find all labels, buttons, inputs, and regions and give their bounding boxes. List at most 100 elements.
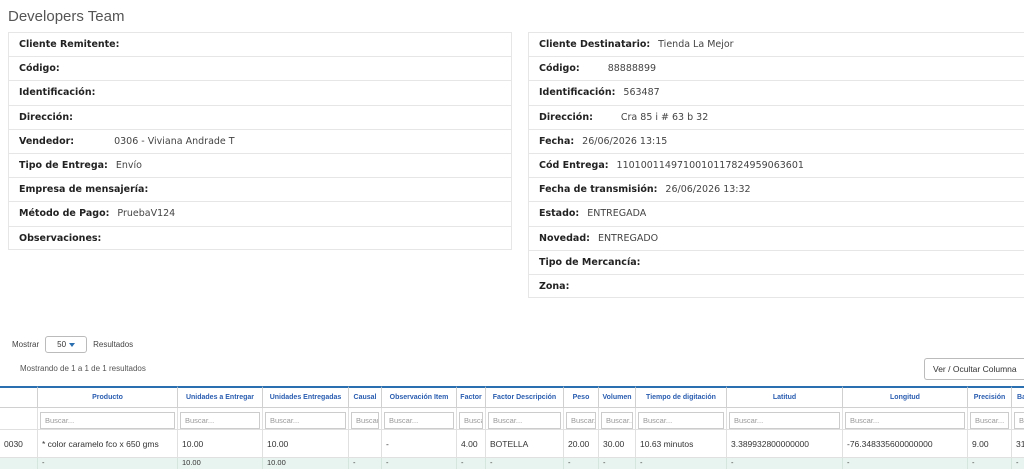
table-cell: 9.00 xyxy=(968,430,1012,458)
sender-label: Dirección: xyxy=(19,111,73,123)
search-input[interactable] xyxy=(638,412,724,429)
column-filter xyxy=(727,408,843,430)
receiver-row: Código: 88888899 xyxy=(529,57,1024,82)
column-header[interactable]: Factor xyxy=(457,386,486,408)
total-cell: - xyxy=(727,458,843,469)
receiver-value: Cra 85 i # 63 b 32 xyxy=(620,111,709,123)
table-cell: 4.00 xyxy=(457,430,486,458)
receiver-label: Fecha de transmisión: xyxy=(539,184,658,196)
table-cell: 10.00 xyxy=(263,430,349,458)
search-input[interactable] xyxy=(729,412,840,429)
total-cell: - xyxy=(968,458,1012,469)
search-input[interactable] xyxy=(601,412,633,429)
sender-value: Envío xyxy=(115,160,142,172)
receiver-value: ENTREGADA xyxy=(587,208,647,220)
search-input[interactable] xyxy=(265,412,346,429)
total-cell: - xyxy=(843,458,968,469)
receiver-value: 563487 xyxy=(623,87,660,99)
sender-row: Método de Pago: PruebaV124 xyxy=(9,202,511,227)
table-cell xyxy=(349,430,382,458)
sender-panel: Cliente Remitente: Código: Identificación:… xyxy=(8,32,512,250)
table-cell: 10.00 xyxy=(178,430,263,458)
column-header[interactable]: Ba xyxy=(1012,386,1024,408)
total-cell: - xyxy=(486,458,564,469)
receiver-label: Estado: xyxy=(539,208,580,220)
table-cell: 20.00 xyxy=(564,430,599,458)
total-cell: - xyxy=(599,458,636,469)
sender-row: Dirección: xyxy=(9,106,511,130)
receiver-row: Fecha de transmisión: 26/06/2026 13:32 xyxy=(529,178,1024,203)
sender-row: Identificación: xyxy=(9,81,511,106)
column-filter xyxy=(457,408,486,430)
total-cell xyxy=(0,458,38,469)
column-filter xyxy=(1012,408,1024,430)
search-input[interactable] xyxy=(970,412,1009,429)
receiver-value: ENTREGADO xyxy=(597,232,659,244)
total-cell: 10.00 xyxy=(178,458,263,469)
total-cell: - xyxy=(382,458,457,469)
search-input[interactable] xyxy=(459,412,483,429)
table-cell: 31 xyxy=(1012,430,1024,458)
receiver-row: Fecha: 26/06/2026 13:15 xyxy=(529,130,1024,154)
column-header[interactable]: Precisión xyxy=(968,386,1012,408)
column-header[interactable]: Volumen xyxy=(599,386,636,408)
total-cell: - xyxy=(636,458,727,469)
receiver-value: 1101001149710010117824959063601 xyxy=(616,160,804,172)
table-cell: 3.389932800000000 xyxy=(727,430,843,458)
results-label: Resultados xyxy=(93,340,134,349)
column-header[interactable]: Producto xyxy=(38,386,178,408)
search-input[interactable] xyxy=(351,412,379,429)
column-filter xyxy=(486,408,564,430)
table-cell: 30.00 xyxy=(599,430,636,458)
column-header[interactable]: Factor Descripción xyxy=(486,386,564,408)
receiver-row: Identificación: 563487 xyxy=(529,81,1024,106)
receiver-row: Zona: xyxy=(529,275,1024,299)
total-cell: - xyxy=(1012,458,1024,469)
page-size-select[interactable]: 50 xyxy=(45,336,88,353)
chevron-down-icon xyxy=(69,342,76,347)
receiver-label: Fecha: xyxy=(539,135,575,147)
total-cell: - xyxy=(349,458,382,469)
column-filter xyxy=(349,408,382,430)
search-input[interactable] xyxy=(384,412,454,429)
column-filter xyxy=(564,408,599,430)
sender-label: Cliente Remitente: xyxy=(19,39,120,51)
sender-label: Código: xyxy=(19,63,60,75)
sender-row: Observaciones: xyxy=(9,227,511,251)
search-input[interactable] xyxy=(180,412,260,429)
column-header[interactable]: Unidades a Entregar xyxy=(178,386,263,408)
table-cell: 0030 xyxy=(0,430,38,458)
toggle-columns-button[interactable]: Ver / Ocultar Columna xyxy=(924,358,1024,380)
receiver-value: 26/06/2026 13:15 xyxy=(582,135,668,147)
sender-label: Vendedor: xyxy=(19,135,75,147)
total-cell: - xyxy=(457,458,486,469)
column-filter xyxy=(636,408,727,430)
receiver-row: Estado: ENTREGADA xyxy=(529,202,1024,227)
column-header[interactable] xyxy=(0,386,38,408)
receiver-row: Tipo de Mercancía: xyxy=(529,251,1024,275)
column-header[interactable]: Latitud xyxy=(727,386,843,408)
search-input[interactable] xyxy=(40,412,175,429)
receiver-row: Cód Entrega: 1101001149710010117824959063… xyxy=(529,154,1024,179)
showing-info: Mostrando de 1 a 1 de 1 resultados xyxy=(20,364,146,373)
column-header[interactable]: Tiempo de digitación xyxy=(636,386,727,408)
search-input[interactable] xyxy=(1014,412,1024,429)
column-header[interactable]: Peso xyxy=(564,386,599,408)
column-header[interactable]: Unidades Entregadas xyxy=(263,386,349,408)
column-header[interactable]: Causal xyxy=(349,386,382,408)
table-cell: BOTELLA xyxy=(486,430,564,458)
column-header[interactable]: Observación Item xyxy=(382,386,457,408)
total-cell: 10.00 xyxy=(263,458,349,469)
column-filter xyxy=(263,408,349,430)
column-filter xyxy=(0,408,38,430)
search-input[interactable] xyxy=(488,412,561,429)
show-label: Mostrar xyxy=(12,340,40,349)
sender-row: Código: xyxy=(9,57,511,82)
search-input[interactable] xyxy=(566,412,596,429)
receiver-row: Novedad: ENTREGADO xyxy=(529,227,1024,251)
search-input[interactable] xyxy=(845,412,965,429)
receiver-label: Dirección: xyxy=(539,111,593,123)
sender-value: PruebaV124 xyxy=(117,208,176,220)
receiver-value: Tienda La Mejor xyxy=(658,39,734,51)
column-header[interactable]: Longitud xyxy=(843,386,968,408)
